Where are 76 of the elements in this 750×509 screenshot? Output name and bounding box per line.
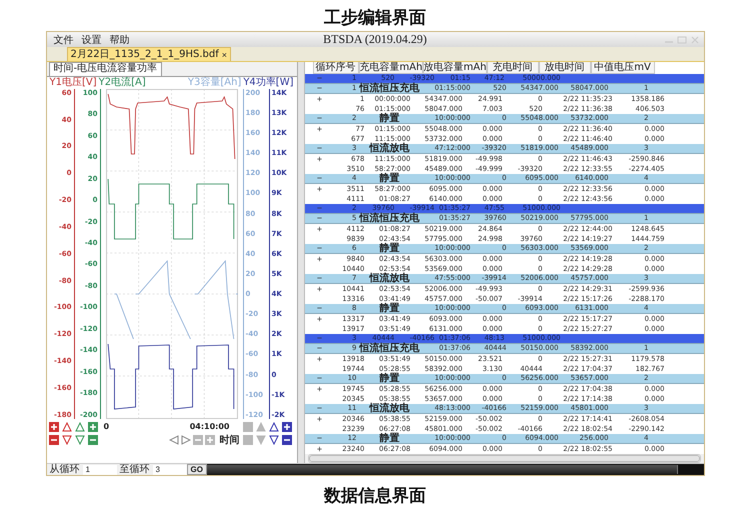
tree-toggle[interactable]: + bbox=[304, 284, 334, 294]
to-cycle-field[interactable]: 3 bbox=[152, 464, 186, 474]
tree-toggle[interactable]: + bbox=[304, 254, 334, 264]
tree-toggle[interactable]: − bbox=[304, 114, 334, 123]
step-name: 静置 bbox=[378, 374, 400, 383]
tree-toggle[interactable]: − bbox=[304, 174, 334, 183]
axis-title: Y4功率[W] bbox=[243, 77, 294, 88]
tree-toggle[interactable]: + bbox=[304, 154, 334, 164]
axis-title: Y1电压[V] bbox=[50, 77, 97, 88]
tree-toggle[interactable]: + bbox=[304, 414, 334, 424]
tree-toggle[interactable]: + bbox=[304, 384, 334, 394]
tree-toggle[interactable]: + bbox=[304, 224, 334, 234]
column-header[interactable]: 循环序号 bbox=[312, 62, 358, 74]
tree-toggle[interactable]: + bbox=[304, 94, 334, 104]
column-header[interactable]: 充电容量mAh bbox=[358, 62, 422, 74]
x-tick-label: 0 bbox=[104, 422, 110, 431]
axis-title: Y3容量[Ah] bbox=[188, 77, 242, 88]
scrollbar[interactable] bbox=[206, 464, 704, 475]
window-title: BTSDA (2019.04.29) bbox=[323, 32, 427, 47]
step-name: 静置 bbox=[378, 304, 400, 313]
from-cycle-field[interactable]: 1 bbox=[82, 464, 116, 474]
triangle-down-icon[interactable] bbox=[62, 434, 72, 445]
triangle-up-icon[interactable] bbox=[62, 422, 72, 432]
close-button[interactable]: × bbox=[222, 50, 228, 60]
tree-toggle[interactable]: − bbox=[304, 84, 334, 93]
tree-toggle[interactable]: − bbox=[304, 274, 334, 283]
minus-icon[interactable] bbox=[282, 434, 292, 445]
go-button[interactable]: GO bbox=[186, 464, 207, 475]
tree-toggle[interactable]: + bbox=[304, 444, 334, 454]
from-cycle-label: 从循环 bbox=[48, 464, 80, 475]
column-header[interactable]: 放电时间 bbox=[538, 62, 590, 74]
triangle-right-icon[interactable] bbox=[180, 434, 190, 445]
scrollbar[interactable] bbox=[304, 454, 704, 463]
x-tick-label: 04:10:00 bbox=[190, 422, 230, 431]
step-name: 静置 bbox=[378, 434, 400, 443]
page-heading: 数据信息界面 bbox=[324, 485, 426, 508]
step-name: 静置 bbox=[378, 114, 400, 123]
step-name: 恒流放电 bbox=[368, 144, 410, 153]
minus-icon[interactable] bbox=[48, 434, 58, 445]
file-tab[interactable]: 2月22日_1135_2_1_1_9HS.bdf × bbox=[66, 47, 232, 61]
chart-tab[interactable]: 时间-电压电流容量功率 bbox=[48, 62, 162, 76]
menu-item[interactable]: 帮助 bbox=[106, 32, 132, 46]
column-header[interactable]: 中值电压mV bbox=[590, 62, 654, 74]
triangle-left-icon[interactable] bbox=[168, 434, 178, 445]
plus-icon[interactable] bbox=[282, 422, 292, 432]
tree-toggle[interactable]: + bbox=[304, 184, 334, 194]
tree-toggle[interactable]: − bbox=[304, 374, 334, 383]
square-icon[interactable] bbox=[242, 434, 252, 445]
tree-toggle[interactable]: + bbox=[304, 314, 334, 324]
tree-toggle[interactable]: − bbox=[304, 214, 334, 223]
tree-toggle[interactable]: − bbox=[304, 144, 334, 153]
step-name: 恒流恒压充电 bbox=[358, 344, 420, 353]
menu-item[interactable]: 文件 bbox=[50, 32, 76, 46]
step-name: 静置 bbox=[378, 174, 400, 183]
step-name: 恒流恒压充电 bbox=[358, 84, 420, 93]
file-tab-label: 2月22日_1135_2_1_1_9HS.bdf bbox=[70, 48, 219, 60]
page-heading: 工步编辑界面 bbox=[324, 7, 426, 30]
step-name: 恒流恒压充电 bbox=[358, 214, 420, 223]
menu-item[interactable]: 设置 bbox=[78, 32, 104, 46]
step-name: 静置 bbox=[378, 244, 400, 253]
triangle-up-icon[interactable] bbox=[268, 422, 278, 432]
tree-toggle[interactable]: − bbox=[304, 434, 334, 443]
square-icon[interactable] bbox=[242, 422, 252, 432]
plus-icon[interactable] bbox=[48, 422, 58, 432]
tree-toggle[interactable]: − bbox=[304, 404, 334, 413]
time-button[interactable]: 时间 bbox=[216, 432, 240, 447]
axis-title: Y2电流[A] bbox=[98, 77, 146, 88]
tree-toggle[interactable]: − bbox=[304, 244, 334, 253]
tree-toggle[interactable]: − bbox=[304, 304, 334, 313]
tree-toggle[interactable]: + bbox=[304, 124, 334, 134]
to-cycle-label: 至循环 bbox=[118, 464, 150, 475]
tree-toggle[interactable]: + bbox=[304, 354, 334, 364]
triangle-down-icon[interactable] bbox=[268, 434, 278, 445]
tree-toggle[interactable]: − bbox=[304, 344, 334, 353]
column-header[interactable]: 放电容量mAh bbox=[422, 62, 486, 74]
column-header[interactable]: 充电时间 bbox=[486, 62, 538, 74]
